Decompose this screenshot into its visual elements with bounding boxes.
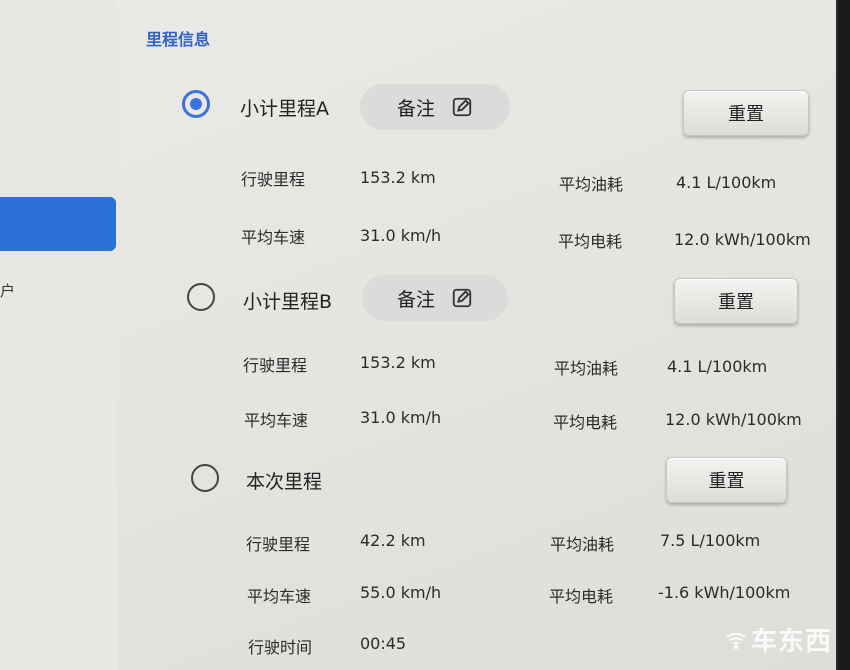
trip-b-distance-value: 153.2 km [360,353,436,372]
current-trip-title: 本次里程 [246,471,323,493]
trip-a-note-button[interactable]: 备注 [360,84,510,130]
trip-a-distance-value: 153.2 km [360,168,436,187]
trip-b-note-button[interactable]: 备注 [362,275,508,321]
current-time-label: 行驶时间 [248,638,313,657]
trip-b-title: 小计里程B [243,291,333,313]
sidebar-item-label[interactable]: 户 [0,280,15,301]
watermark: 车东西 [725,621,832,658]
trip-a-power-value: 12.0 kWh/100km [674,230,811,249]
current-trip-reset-button[interactable]: 重置 [666,457,787,503]
note-label: 备注 [396,97,435,120]
section-title: 里程信息 [146,30,211,49]
current-time-value: 00:45 [360,634,407,653]
wifi-icon [726,632,746,649]
trip-a-radio[interactable] [182,90,210,118]
trip-a-speed-value: 31.0 km/h [360,226,442,245]
trip-a-title: 小计里程A [240,98,329,120]
watermark-text: 车东西 [750,627,832,657]
trip-b-distance-label: 行驶里程 [243,356,308,375]
trip-a-fuel-label: 平均油耗 [559,175,624,194]
current-distance-value: 42.2 km [360,531,426,550]
current-power-label: 平均电耗 [549,587,614,606]
trip-a-reset-button[interactable]: 重置 [683,90,809,136]
current-trip-radio[interactable] [191,464,219,492]
trip-b-power-label: 平均电耗 [553,413,618,432]
trip-b-speed-value: 31.0 km/h [360,408,442,427]
trip-a-fuel-value: 4.1 L/100km [676,173,777,192]
current-power-value: -1.6 kWh/100km [658,583,791,602]
trip-b-reset-button[interactable]: 重置 [674,278,798,324]
sidebar: 户 [0,0,118,670]
trip-a-speed-label: 平均车速 [241,228,306,247]
sidebar-item-active[interactable] [0,197,116,251]
trip-b-radio[interactable] [187,283,215,311]
current-fuel-label: 平均油耗 [550,535,615,554]
trip-a-distance-label: 行驶里程 [241,170,306,189]
trip-b-fuel-value: 4.1 L/100km [667,357,768,376]
current-speed-value: 55.0 km/h [360,583,442,602]
current-distance-label: 行驶里程 [246,535,311,554]
note-label: 备注 [396,288,435,311]
current-fuel-value: 7.5 L/100km [660,531,761,550]
trip-b-power-value: 12.0 kWh/100km [665,410,802,429]
trip-a-power-label: 平均电耗 [558,232,623,251]
current-speed-label: 平均车速 [247,587,312,606]
edit-icon [452,288,472,308]
trip-b-speed-label: 平均车速 [244,411,309,430]
trip-b-fuel-label: 平均油耗 [554,359,619,378]
trip-info-screen: 户 里程信息 小计里程A 备注 重置 行驶里程 153.2 km 平均油耗 4.… [0,0,838,670]
edit-icon [452,97,472,117]
